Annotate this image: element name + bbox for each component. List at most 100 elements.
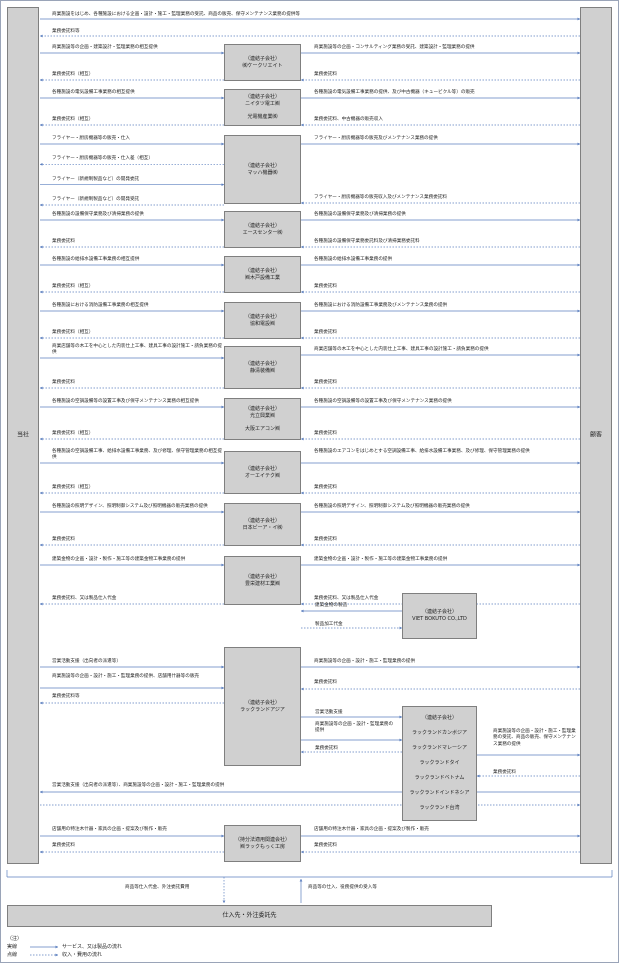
subsidiary-box-13: （持分法適用関連会社） ㈱ラックもっく工房	[224, 825, 301, 862]
sub-9-right-label-0: 各種施設のエアコンをはじめとする空調設備工事、給排水設備工事業務、及び修理、保守…	[314, 449, 530, 454]
subsidiary-box-10-line-1: （連結子会社）	[244, 517, 280, 524]
asia-in-label-1: 営業活動支援	[315, 710, 343, 715]
subsidiary-box-3-line-1: （連結子会社）	[244, 162, 280, 169]
sub-13-left-label-0: 店舗用の特注木什器・家具の企画・提案及び製作・販売	[52, 827, 167, 832]
subsidiary-box-3: （連結子会社） マッハ機器㈱	[224, 135, 301, 204]
sub-1-right-label-0: 商業施設等の企画・コンサルティング業務の受託、建築設計・監理業務の提供	[314, 45, 475, 50]
sub-11-left-label-0: 建築金物の企画・設計・製作・施工等の建築金物工事業務の提供	[52, 557, 186, 562]
subsidiary-box-1: （連結子会社） ㈱ケークリエイト	[224, 44, 301, 81]
subsidiary-box-7-line-2: 静清装備㈱	[249, 367, 275, 374]
subsidiary-box-10: （連結子会社） 日本ビーア・イ㈱	[224, 503, 301, 546]
sub-7-left-label-0: 商業店舗等の木工を中心とした内装仕上工事、建具工事の設計施工・請負業務の提供	[52, 344, 222, 356]
sub-12-left-label-0: 営業活動支援（出向者の派遣等）	[52, 659, 121, 664]
sub-7-left-label-1: 業務委託料	[52, 380, 75, 385]
sub-12-right-label-1: 業務委託料	[314, 680, 337, 685]
sub-6-left-label-1: 業務委託料（相互）	[52, 330, 94, 335]
subsidiary-box-8-line-4: 大阪エアコン㈱	[244, 425, 280, 432]
sub-2-left-label-0: 各種施設の電気設備工事業務の相互提供	[52, 90, 135, 95]
sub-10-right-label-1: 業務委託料	[314, 537, 337, 542]
sub-13-right-label-0: 店舗用の特注木什器・家具の企画・提案及び製作・販売	[314, 827, 429, 832]
asia-out-payment-label: 業務委託料	[493, 770, 516, 775]
legend-dotted-name: 点線	[7, 952, 18, 958]
asia-sub-line-7: ラックランド台湾	[419, 805, 460, 811]
sub-3-left-label-2: フライヤー（新規制製品など）の開発委託	[52, 176, 140, 182]
subsidiary-box-9-line-1: （連結子会社）	[244, 465, 280, 472]
sub-11-right-label-0: 建築金物の企画・設計・製作・施工等の建築金物工事業務の提供	[314, 557, 448, 562]
asia-sub-line-3: ラックランドマレーシア	[412, 745, 467, 751]
subsidiary-box-4: （連結子会社） エースセンター㈱	[224, 211, 301, 248]
sub-3-right-label-1: フライヤー・厨房機器等の販売収入及びメンテナンス業務委託料	[314, 195, 447, 200]
sub-10-left-label-0: 各種施設の照明デザイン、照明制御システム及び照明機器の販売業務の提供	[52, 504, 208, 509]
asia-in-label-2: 商業施設等の企画・設計・監理業務の提供	[315, 722, 394, 734]
sub-3-left-label-0: フライヤー・厨房機器等の販売・仕入	[52, 136, 130, 141]
subsidiary-box-9-line-2: オーエイテク㈱	[245, 472, 280, 479]
subsidiary-box-8: （連結子会社） 光立興業㈱大阪エアコン㈱	[224, 398, 301, 440]
subsidiary-box-2-line-1: （連結子会社）	[244, 94, 280, 100]
sub-4-right-label-0: 各種施設の設備保守業務及び清掃業務の提供	[314, 212, 406, 217]
subsidiary-box-6: （連結子会社） 協和電設㈱	[224, 302, 301, 339]
sub-9-left-label-1: 業務委託料（相互）	[52, 485, 94, 490]
subsidiary-box-9: （連結子会社） オーエイテク㈱	[224, 451, 301, 494]
sub-1-right-label-1: 業務委託料	[314, 72, 337, 77]
subsidiary-box-10-line-2: 日本ビーア・イ㈱	[242, 524, 283, 531]
top-payment-label: 業務委託料等	[52, 29, 80, 34]
subsidiary-box-3-line-2: マッハ機器㈱	[247, 169, 278, 176]
asia-in-label-3: 業務委託料	[315, 746, 338, 751]
supplier-payment-label: 商品等仕入代金、外注委託費用	[125, 885, 190, 890]
legend-solid-desc: サービス、又は製品の流れ	[62, 944, 123, 950]
sub-5-left-label-0: 各種施設の給排水設備工事業務の相互提供	[52, 257, 140, 262]
subsidiary-box-5-line-1: （連結子会社）	[244, 267, 280, 274]
sub-3-left-label-1: フライヤー・厨房機器等の販売・仕入差（相互）	[52, 156, 153, 162]
subsidiary-box-7-line-1: （連結子会社）	[244, 360, 280, 367]
sub-4-left-label-0: 各種施設の設備保守業務及び清掃業務の提供	[52, 212, 144, 217]
sub-1-left-label-0: 商業施設等の企画・建築設計・監理業務の相互提供	[52, 45, 158, 50]
sub-1-left-label-1: 業務委託料（相互）	[52, 72, 94, 77]
sub-6-right-label-1: 業務委託料	[314, 330, 337, 335]
sub-12-right-label-0: 商業施設等の企画・設計・施工・監理業務の提供	[314, 659, 416, 664]
sub-9-right-label-1: 業務委託料	[314, 485, 337, 490]
sub-4-right-label-1: 各種施設の設備保守業務委託料及び清掃業務委託料	[314, 239, 420, 244]
subsidiary-box-2-line-4: 光電機産業㈱	[247, 114, 278, 120]
sub-11-left-label-1: 業務委託料、又は製品仕入代金	[52, 596, 117, 601]
sub-12-left-label-1: 商業施設等の企画・設計・施工・監理業務の提供、店舗用什器等の販売	[52, 674, 200, 679]
subsidiary-box-11: （連結子会社） 豊栄建材工業㈱	[224, 556, 301, 605]
sub-6-right-label-0: 各種施設における消防設備工事業務及びメンテナンス業務の提供	[314, 303, 448, 308]
sub-13-left-label-1: 業務委託料	[52, 843, 75, 848]
subsidiary-box-13-line-2: ㈱ラックもっく工房	[239, 843, 285, 850]
subsidiary-box-8-line-2: 光立興業㈱	[249, 412, 275, 419]
subsidiary-box-5-line-2: ㈱木戸設備工業	[244, 274, 280, 281]
sub-7-right-label-0: 商業店舗等の木工を中心とした内装仕上工事、建具工事の設計施工・請負業務の提供	[314, 347, 489, 352]
asia-sub-line-6: ラックランドインドネシア	[409, 790, 470, 796]
subsidiary-box-7: （連結子会社） 静清装備㈱	[224, 346, 301, 389]
sub-5-right-label-0: 各種施設の給排水設備工事業務の提供	[314, 257, 393, 262]
subsidiary-box-12-line-1: （連結子会社）	[244, 699, 280, 706]
asia-subsidiaries-box: （連結子会社） ラックランドカンボジア ラックランドマレーシア ラックランドタイ…	[402, 706, 477, 821]
subsidiary-box-11-line-1: （連結子会社）	[244, 573, 280, 580]
subsidiary-box-11-line-2: 豊栄建材工業㈱	[244, 580, 280, 587]
subsidiary-box-12: （連結子会社） ラックランドアジア	[224, 647, 301, 766]
viet-bokuto-box: （連結子会社） VIET BOKUTO CO.,LTD	[402, 593, 477, 639]
subsidiary-box-5: （連結子会社） ㈱木戸設備工業	[224, 256, 301, 293]
sub-2-right-label-0: 各種施設の電気設備工事業務の提供、及び中古機器（キュービクル等）の販売	[314, 90, 475, 95]
sub-8-right-label-0: 各種施設の空調設備等の設置工事及び保守メンテナンス業務の提供	[314, 399, 452, 404]
subsidiary-box-2-line-2: ニイタツ電工㈱	[245, 101, 280, 107]
subsidiary-box-12-line-2: ラックランドアジア	[240, 706, 285, 713]
sub-10-right-label-0: 各種施設の照明デザイン、照明制御システム及び照明機器の販売業務の提供	[314, 504, 470, 509]
subsidiary-box-4-line-1: （連結子会社）	[244, 222, 280, 229]
subsidiary-box-4-line-2: エースセンター㈱	[242, 229, 283, 236]
viet-box-line-1: （連結子会社）	[421, 609, 457, 615]
subsidiary-box-6-line-1: （連結子会社）	[244, 313, 280, 320]
suppliers-name: 仕入先・外注委託先	[222, 911, 277, 919]
sub-4-left-label-1: 業務委託料	[52, 239, 75, 244]
sub-13-right-label-1: 業務委託料	[314, 843, 337, 848]
flow-arrows	[6, 17, 613, 957]
subsidiary-box-1-line-2: ㈱ケークリエイト	[242, 62, 283, 69]
asia-sub-line-5: ラックランドベトナム	[414, 775, 465, 781]
sub-2-right-label-1: 業務委託料、中古機器の販売収入	[314, 117, 383, 122]
subsidiary-box-6-line-2: 協和電設㈱	[249, 320, 275, 327]
subsidiary-box-8-line-1: （連結子会社）	[244, 405, 280, 412]
top-service-label: 商業施設をはじめ、各種施設における企画・設計・施工・監理業務の受託、商品の販売、…	[52, 12, 300, 17]
asia-out-service-label: 商業施設等の企画・設計・施工・監理業務の受託、商品の販売、保守メンテナンス業務の…	[493, 729, 576, 747]
sub-2-left-label-1: 業務委託料（相互）	[52, 117, 94, 122]
sub-3-right-label-0: フライヤー・厨房機器等の販売及びメンテナンス業務の提供	[314, 136, 438, 141]
